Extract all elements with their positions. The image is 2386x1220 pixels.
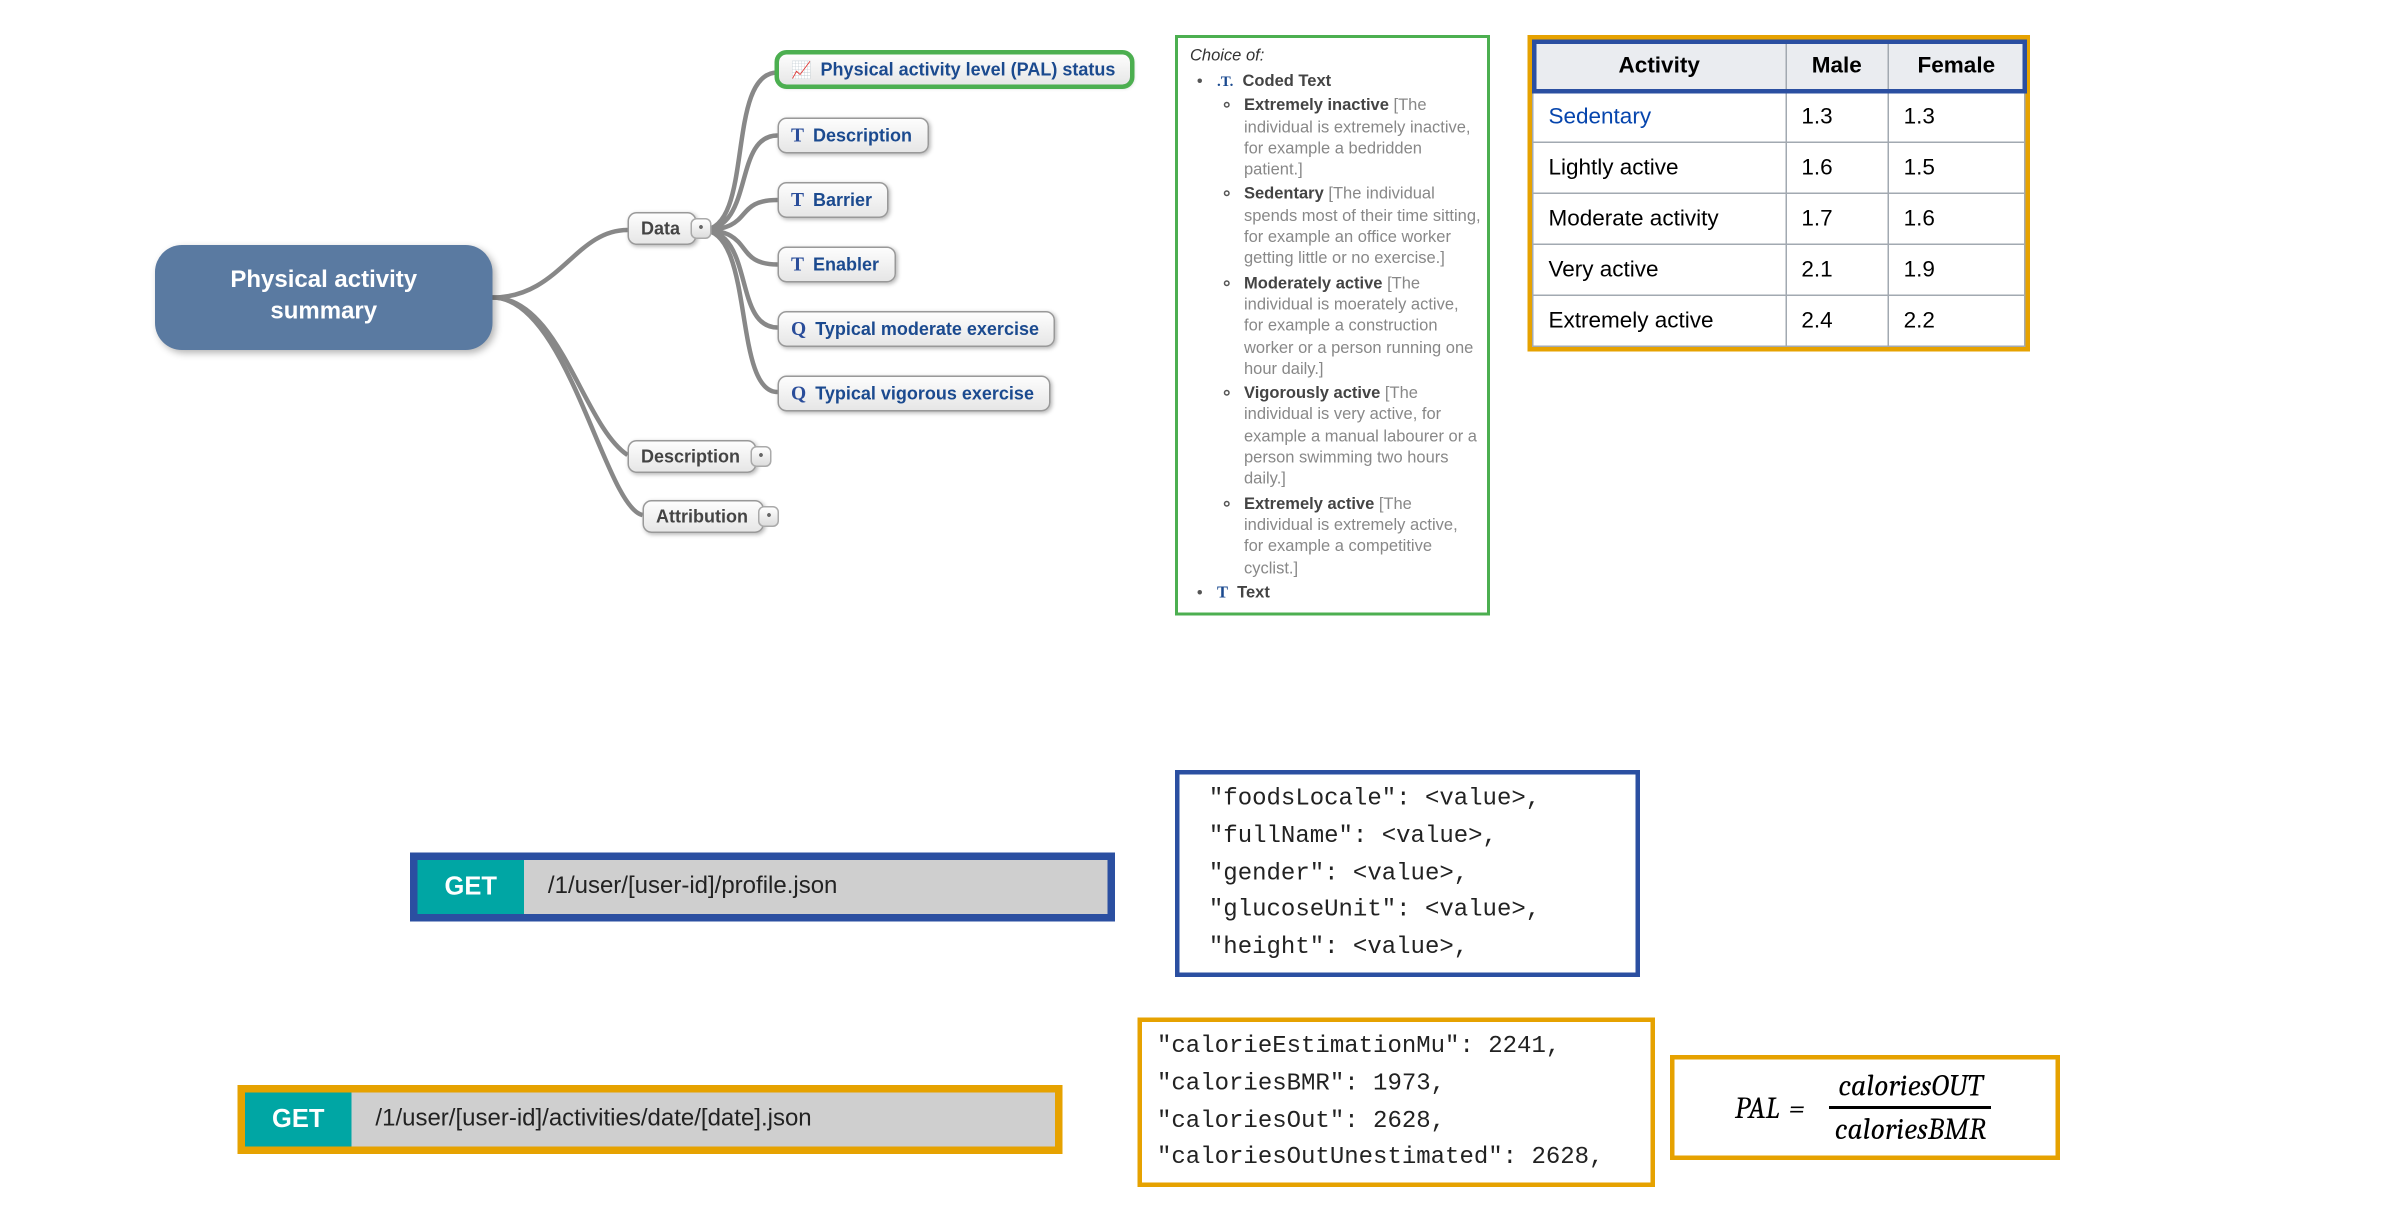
- pal-female-cell: 1.6: [1888, 193, 2025, 244]
- formula-fraction: caloriesOUT caloriesBMR: [1826, 1069, 1996, 1147]
- mindmap-node-data: Data: [628, 212, 697, 245]
- chart-icon: 📈: [791, 60, 812, 80]
- coded-text-panel: Choice of: .T. Coded Text Extremely inac…: [1175, 35, 1490, 616]
- pal-header-activity: Activity: [1533, 40, 1786, 91]
- mindmap-leaf-label: Barrier: [813, 190, 872, 211]
- quantity-icon: Q: [791, 317, 806, 341]
- mindmap-node-description: Description: [628, 440, 757, 473]
- pal-formula: PAL = caloriesOUT caloriesBMR: [1670, 1055, 2060, 1160]
- pal-female-cell: 1.3: [1888, 91, 2025, 142]
- mindmap-node-label: Data: [641, 218, 680, 239]
- api-path: /1/user/[user-id]/profile.json: [524, 860, 861, 914]
- formula-denominator: caloriesBMR: [1826, 1109, 1996, 1147]
- mindmap-leaf-moderate: Q Typical moderate exercise: [778, 311, 1056, 347]
- pal-header-male: Male: [1786, 40, 1888, 91]
- text-icon: T: [791, 253, 804, 277]
- coded-option-label: Extremely inactive: [1244, 97, 1394, 115]
- mindmap-leaf-enabler: T Enabler: [778, 247, 896, 283]
- http-method-badge: GET: [418, 860, 524, 914]
- table-row: Sedentary1.31.3: [1533, 91, 2025, 142]
- mindmap-leaf-label: Physical activity level (PAL) status: [821, 59, 1116, 80]
- mindmap-leaf-label: Enabler: [813, 254, 879, 275]
- mindmap-leaf-pal: 📈 Physical activity level (PAL) status: [778, 53, 1132, 86]
- api-box-activities: GET /1/user/[user-id]/activities/date/[d…: [238, 1085, 1063, 1154]
- equals-sign: =: [1789, 1090, 1805, 1125]
- quantity-icon: Q: [791, 382, 806, 406]
- mindmap-leaf-label: Typical vigorous exercise: [815, 383, 1034, 404]
- pal-activity-cell: Lightly active: [1533, 142, 1786, 193]
- json-snippet-profile: "foodsLocale": <value>, "fullName": <val…: [1175, 770, 1640, 977]
- mindmap-leaf-label: Typical moderate exercise: [815, 319, 1039, 340]
- mindmap-node-label: Attribution: [656, 506, 748, 527]
- coded-option-label: Moderately active: [1244, 275, 1387, 293]
- pal-activity-cell: Very active: [1533, 244, 1786, 295]
- pal-activity-cell: Sedentary: [1533, 91, 1786, 142]
- coded-option: Sedentary [The individual spends most of…: [1244, 184, 1481, 270]
- table-row: Lightly active1.61.5: [1533, 142, 2025, 193]
- pal-header-female: Female: [1888, 40, 2025, 91]
- formula-lhs: PAL: [1735, 1090, 1780, 1125]
- pal-female-cell: 2.2: [1888, 295, 2025, 346]
- coded-option: Moderately active [The individual is moe…: [1244, 273, 1481, 380]
- pal-male-cell: 2.4: [1786, 295, 1888, 346]
- mindmap-node-label: Description: [641, 446, 740, 467]
- coded-text-label: Coded Text: [1243, 73, 1332, 91]
- text-label: Text: [1237, 584, 1270, 602]
- pal-table: Activity Male Female Sedentary1.31.3Ligh…: [1528, 35, 2031, 352]
- coded-text-icon: .T.: [1217, 74, 1233, 91]
- pal-activity-cell: Extremely active: [1533, 295, 1786, 346]
- pal-male-cell: 1.3: [1786, 91, 1888, 142]
- pal-activity-cell: Moderate activity: [1533, 193, 1786, 244]
- json-snippet-activities: "calorieEstimationMu": 2241, "caloriesBM…: [1138, 1018, 1656, 1188]
- pal-male-cell: 1.6: [1786, 142, 1888, 193]
- mindmap-leaf-barrier: T Barrier: [778, 182, 889, 218]
- table-row: Extremely active2.42.2: [1533, 295, 2025, 346]
- pal-female-cell: 1.9: [1888, 244, 2025, 295]
- api-path: /1/user/[user-id]/activities/date/[date]…: [351, 1093, 835, 1147]
- pal-male-cell: 2.1: [1786, 244, 1888, 295]
- coded-option: Vigorously active [The individual is ver…: [1244, 383, 1481, 490]
- table-row: Moderate activity1.71.6: [1533, 193, 2025, 244]
- coded-option: Extremely active [The individual is extr…: [1244, 493, 1481, 579]
- pal-female-cell: 1.5: [1888, 142, 2025, 193]
- text-icon: T: [791, 188, 804, 212]
- coded-option-label: Vigorously active: [1244, 385, 1385, 403]
- text-icon: T: [791, 124, 804, 148]
- text-icon: T: [1217, 584, 1228, 602]
- pal-male-cell: 1.7: [1786, 193, 1888, 244]
- coded-option-label: Sedentary: [1244, 186, 1328, 204]
- coded-header: Choice of:: [1190, 47, 1481, 65]
- mindmap-root: Physical activity summary: [155, 245, 493, 350]
- mindmap-leaf-description: T Description: [778, 118, 929, 154]
- mindmap-leaf-vigorous: Q Typical vigorous exercise: [778, 376, 1051, 412]
- api-box-profile: GET /1/user/[user-id]/profile.json: [410, 853, 1115, 922]
- mindmap-leaf-label: Description: [813, 125, 912, 146]
- coded-option-label: Extremely active: [1244, 495, 1379, 513]
- http-method-badge: GET: [245, 1093, 351, 1147]
- coded-option: Extremely inactive [The individual is ex…: [1244, 95, 1481, 181]
- table-row: Very active2.11.9: [1533, 244, 2025, 295]
- mindmap: Physical activity summary Data Descripti…: [155, 65, 1160, 560]
- formula-numerator: caloriesOUT: [1829, 1069, 1992, 1110]
- mindmap-node-attribution: Attribution: [643, 500, 765, 533]
- diagram-stage: Physical activity summary Data Descripti…: [20, 20, 2360, 1220]
- pal-table-header: Activity Male Female: [1533, 40, 2025, 91]
